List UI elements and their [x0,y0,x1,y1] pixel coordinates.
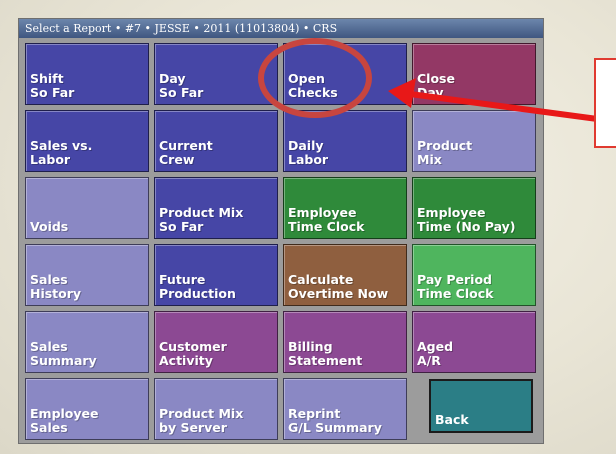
report-select-window: Select a Report • #7 • JESSE • 2011 (110… [18,18,544,444]
tile-label-line2: Labor [30,152,71,167]
aged-ar-button[interactable]: Aged A/R [412,311,536,373]
tile-label-line2: Time (No Pay) [417,219,516,234]
tile-label-line2: G/L Summary [288,420,382,435]
close-day-button[interactable]: Close Day [412,43,536,105]
tile-label-line2: Mix [417,152,442,167]
tile-label-line1: Employee [417,205,486,220]
tile-label-line2: Statement [288,353,363,368]
tile-label-line1: Pay Period [417,272,492,287]
tile-label-line2: Voids [30,219,69,234]
window-title: Select a Report • #7 • JESSE • 2011 (110… [19,19,543,38]
future-production-button[interactable]: Future Production [154,244,278,306]
tile-label-line1: Billing [288,339,333,354]
pay-period-time-clock-button[interactable]: Pay Period Time Clock [412,244,536,306]
tile-label-line2: Time Clock [417,286,494,301]
tile-label-line1: Future [159,272,206,287]
tile-label-line1: Current [159,138,213,153]
back-button[interactable]: Back [429,379,533,433]
tile-label-line2: Activity [159,353,213,368]
tile-label-line1: Product Mix [159,205,244,220]
current-crew-button[interactable]: Current Crew [154,110,278,172]
tile-label-line2: Summary [30,353,97,368]
tile-label-line1: Employee [30,406,99,421]
tile-label-line1: Shift [30,71,64,86]
tile-label-line1: Day [159,71,186,86]
employee-time-clock-button[interactable]: Employee Time Clock [283,177,407,239]
tile-label-line1: Close [417,71,455,86]
customer-activity-button[interactable]: Customer Activity [154,311,278,373]
tile-label-line1: Product [417,138,473,153]
annotation-callout-box [594,58,616,148]
reprint-gl-summary-button[interactable]: Reprint G/L Summary [283,378,407,440]
tile-label-line2: Sales [30,420,68,435]
tile-label-line1: Employee [288,205,357,220]
tile-label-line1: Calculate [288,272,354,287]
voids-button[interactable]: Voids [25,177,149,239]
open-checks-button[interactable]: Open Checks [283,43,407,105]
tile-label-line1: Customer [159,339,227,354]
tile-label-line2: Crew [159,152,195,167]
tile-label-line1: Daily [288,138,324,153]
tile-label-line2: by Server [159,420,227,435]
tile-label-line2: Day [417,85,444,100]
calculate-overtime-now-button[interactable]: Calculate Overtime Now [283,244,407,306]
billing-statement-button[interactable]: Billing Statement [283,311,407,373]
tile-label-line1: Open [288,71,325,86]
tile-label-line2: Checks [288,85,338,100]
sales-history-button[interactable]: Sales History [25,244,149,306]
sales-summary-button[interactable]: Sales Summary [25,311,149,373]
tile-label-line1: Sales [30,272,68,287]
tile-label-line1: Sales [30,339,68,354]
daily-labor-button[interactable]: Daily Labor [283,110,407,172]
tile-label-line2: So Far [30,85,75,100]
product-mix-by-server-button[interactable]: Product Mix by Server [154,378,278,440]
product-mix-button[interactable]: Product Mix [412,110,536,172]
tile-label-line1: Product Mix [159,406,244,421]
tile-label-line2: Overtime Now [288,286,389,301]
product-mix-so-far-button[interactable]: Product Mix So Far [154,177,278,239]
sales-vs-labor-button[interactable]: Sales vs. Labor [25,110,149,172]
tile-label-line2: So Far [159,219,204,234]
tile-label-line2: History [30,286,82,301]
day-so-far-button[interactable]: Day So Far [154,43,278,105]
employee-time-no-pay-button[interactable]: Employee Time (No Pay) [412,177,536,239]
tile-label-line1: Aged [417,339,454,354]
shift-so-far-button[interactable]: Shift So Far [25,43,149,105]
tile-label-line2: A/R [417,353,441,368]
tile-label-line2: So Far [159,85,204,100]
tile-label-line1: Sales vs. [30,138,93,153]
employee-sales-button[interactable]: Employee Sales [25,378,149,440]
tile-label-line1: Reprint [288,406,341,421]
tile-label-line2: Time Clock [288,219,365,234]
tile-label-line2: Labor [288,152,329,167]
tile-label-line2: Production [159,286,236,301]
